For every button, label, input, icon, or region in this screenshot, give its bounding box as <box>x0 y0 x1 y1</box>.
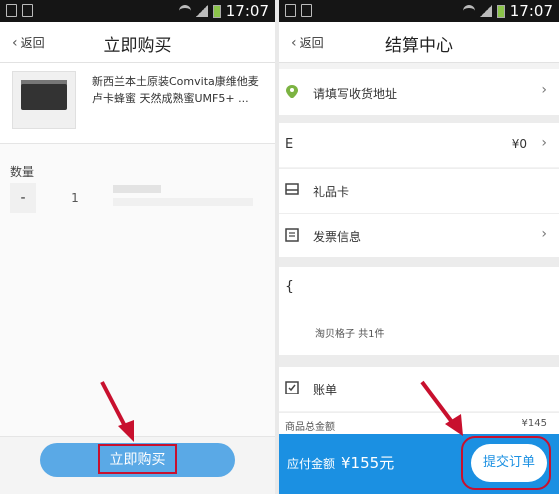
buy-now-screen: 17:07 ‹ 返回 立即购买 新西兰本土原装Comvita康维他麦卢卡蜂蜜 天… <box>0 0 275 494</box>
address-label: 请填写收货地址 <box>313 87 398 101</box>
chevron-right-icon: › <box>541 82 547 98</box>
page-title: 结算中心 <box>385 36 453 56</box>
title-bar: ‹ 返回 结算中心 <box>279 22 559 63</box>
shop-section: { 淘贝格子 共1件 <box>279 267 559 355</box>
bill-label: 账单 <box>313 383 338 397</box>
bill-row: 账单 <box>279 367 559 411</box>
gift-card-row[interactable]: 礼品卡 <box>279 168 559 213</box>
notification-icon <box>285 4 296 17</box>
quantity-stepper: - 1 <box>10 183 114 213</box>
highlight-box <box>461 436 551 490</box>
quantity-value[interactable]: 1 <box>36 183 114 213</box>
coupon-partial-text: E <box>285 137 294 152</box>
clock: 17:07 <box>225 2 269 20</box>
invoice-icon <box>285 228 299 242</box>
product-item[interactable]: 新西兰本土原装Comvita康维他麦卢卡蜂蜜 天然成熟蜜UMF5+ ... <box>0 63 275 144</box>
divider <box>279 257 559 267</box>
coupon-value: ¥0 <box>511 137 527 151</box>
battery-icon <box>496 4 505 18</box>
status-bar: 17:07 <box>0 0 275 22</box>
signal-icon <box>195 5 208 17</box>
blurred-text <box>113 198 253 206</box>
divider <box>279 115 559 123</box>
title-bar: ‹ 返回 立即购买 <box>0 22 275 63</box>
chevron-right-icon: › <box>541 226 547 242</box>
highlight-box <box>98 444 177 474</box>
image-icon <box>301 4 312 17</box>
blurred-text <box>113 185 161 193</box>
wifi-icon <box>178 4 191 18</box>
signal-icon <box>479 5 492 17</box>
location-pin-icon <box>286 85 298 98</box>
bill-icon <box>285 381 299 394</box>
goods-total-label: 商品总金额 <box>285 422 335 433</box>
quantity-label: 数量 <box>10 165 35 179</box>
goods-total-row: 商品总金额 ¥145 <box>279 412 559 435</box>
checkout-screen: 17:07 ‹ 返回 结算中心 请填写收货地址 › E ¥0 › 礼品卡 发票信… <box>279 0 559 494</box>
wifi-icon <box>462 4 475 18</box>
amount-due-value: ¥155元 <box>341 454 395 472</box>
notification-icon <box>6 4 17 17</box>
shop-partial-text: { <box>285 279 294 295</box>
product-image <box>12 71 76 129</box>
divider <box>279 355 559 367</box>
invoice-row[interactable]: 发票信息 › <box>279 213 559 258</box>
invoice-label: 发票信息 <box>313 230 362 244</box>
product-name: 新西兰本土原装Comvita康维他麦卢卡蜂蜜 天然成熟蜜UMF5+ ... <box>92 75 259 105</box>
image-icon <box>22 4 33 17</box>
amount-due: 应付金额 ¥155元 <box>287 452 394 473</box>
gift-card-label: 礼品卡 <box>313 185 350 199</box>
clock: 17:07 <box>509 2 553 20</box>
status-bar: 17:07 <box>279 0 559 22</box>
battery-icon <box>212 4 221 18</box>
gift-card-icon <box>285 183 299 195</box>
page-title: 立即购买 <box>103 36 172 56</box>
shop-line: 淘贝格子 共1件 <box>315 329 385 340</box>
goods-total-value: ¥145 <box>521 418 547 429</box>
checkout-bar: 应付金额 ¥155元 提交订单 <box>279 434 559 494</box>
address-row[interactable]: 请填写收货地址 › <box>279 69 559 115</box>
coupon-row[interactable]: E ¥0 › <box>279 123 559 167</box>
chevron-right-icon: › <box>541 135 547 151</box>
decrease-button[interactable]: - <box>10 183 36 213</box>
amount-due-label: 应付金额 <box>287 457 336 471</box>
